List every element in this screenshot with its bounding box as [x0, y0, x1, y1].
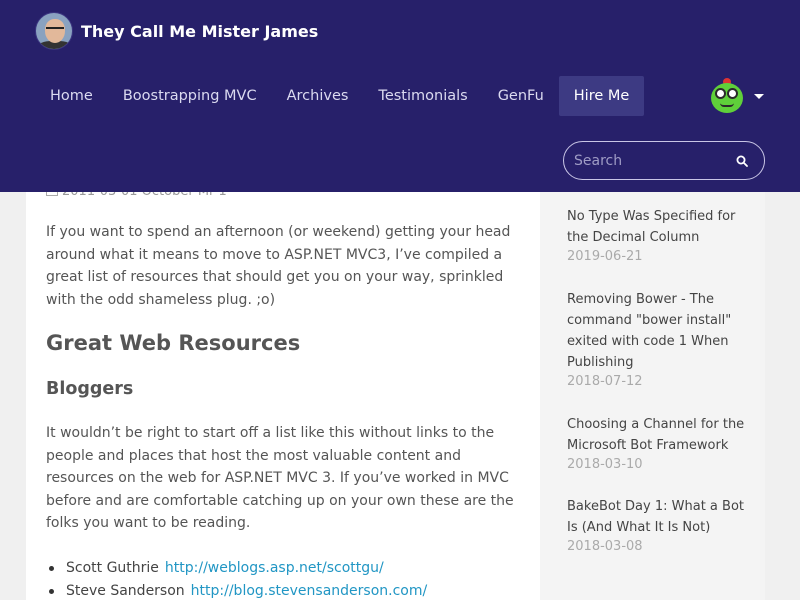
bloggers-paragraph: It wouldn’t be right to start off a list…	[46, 425, 514, 531]
site-title[interactable]: They Call Me Mister James	[81, 22, 318, 41]
site-header: They Call Me Mister James Home Boostrapp…	[0, 0, 800, 192]
recent-post: No Type Was Specified for the Decimal Co…	[567, 206, 757, 264]
subsection-heading: Bloggers	[46, 379, 134, 399]
nav-item-testimonials[interactable]: Testimonials	[363, 76, 482, 116]
list-item: Scott Guthrie http://weblogs.asp.net/scot…	[46, 557, 427, 580]
recent-post-date: 2018-03-08	[567, 539, 643, 554]
blogger-name: Steve Sanderson	[66, 583, 185, 599]
recent-post: Removing Bower - The command "bower inst…	[567, 289, 757, 389]
recent-post: Choosing a Channel for the Microsoft Bot…	[567, 414, 757, 472]
blogger-link[interactable]: http://weblogs.asp.net/scottgu/	[165, 560, 384, 576]
search-input[interactable]	[564, 152, 724, 169]
nav-item-genfu[interactable]: GenFu	[483, 76, 559, 116]
blogger-link[interactable]: http://blog.stevensanderson.com/	[191, 583, 428, 599]
recent-post-link[interactable]: Choosing a Channel for the Microsoft Bot…	[567, 414, 757, 456]
main-nav: Home Boostrapping MVC Archives Testimoni…	[35, 76, 645, 116]
recent-post: BakeBot Day 1: What a Bot Is (And What I…	[567, 496, 757, 554]
user-menu[interactable]	[708, 78, 764, 114]
brand[interactable]: They Call Me Mister James	[35, 12, 318, 50]
blogger-name: Scott Guthrie	[66, 560, 159, 576]
article-card: 2011-03-01 October Mr 1 If you want to s…	[26, 150, 540, 600]
recent-post-link[interactable]: No Type Was Specified for the Decimal Co…	[567, 206, 757, 248]
nav-item-hire-me[interactable]: Hire Me	[558, 76, 645, 116]
intro-paragraph: If you want to spend an afternoon (or we…	[46, 224, 511, 308]
recent-post-link[interactable]: Removing Bower - The command "bower inst…	[567, 289, 757, 373]
recent-posts-sidebar: No Type Was Specified for the Decimal Co…	[540, 150, 765, 600]
section-heading: Great Web Resources	[46, 331, 301, 355]
monster-avatar-icon[interactable]	[708, 78, 746, 114]
bloggers-list: Scott Guthrie http://weblogs.asp.net/scot…	[46, 557, 427, 600]
list-item: Steve Sanderson http://blog.stevensanders…	[46, 580, 427, 600]
chevron-down-icon[interactable]	[754, 93, 764, 99]
nav-item-bootstrapping-mvc[interactable]: Boostrapping MVC	[108, 76, 272, 116]
recent-post-date: 2018-07-12	[567, 374, 643, 389]
nav-item-archives[interactable]: Archives	[272, 76, 364, 116]
nav-item-home[interactable]: Home	[35, 76, 108, 116]
recent-post-date: 2018-03-10	[567, 457, 643, 472]
recent-post-link[interactable]: BakeBot Day 1: What a Bot Is (And What I…	[567, 496, 757, 538]
search-icon[interactable]	[736, 155, 748, 167]
recent-post-date: 2019-06-21	[567, 249, 643, 264]
author-avatar	[35, 12, 73, 50]
search-box	[563, 141, 765, 180]
